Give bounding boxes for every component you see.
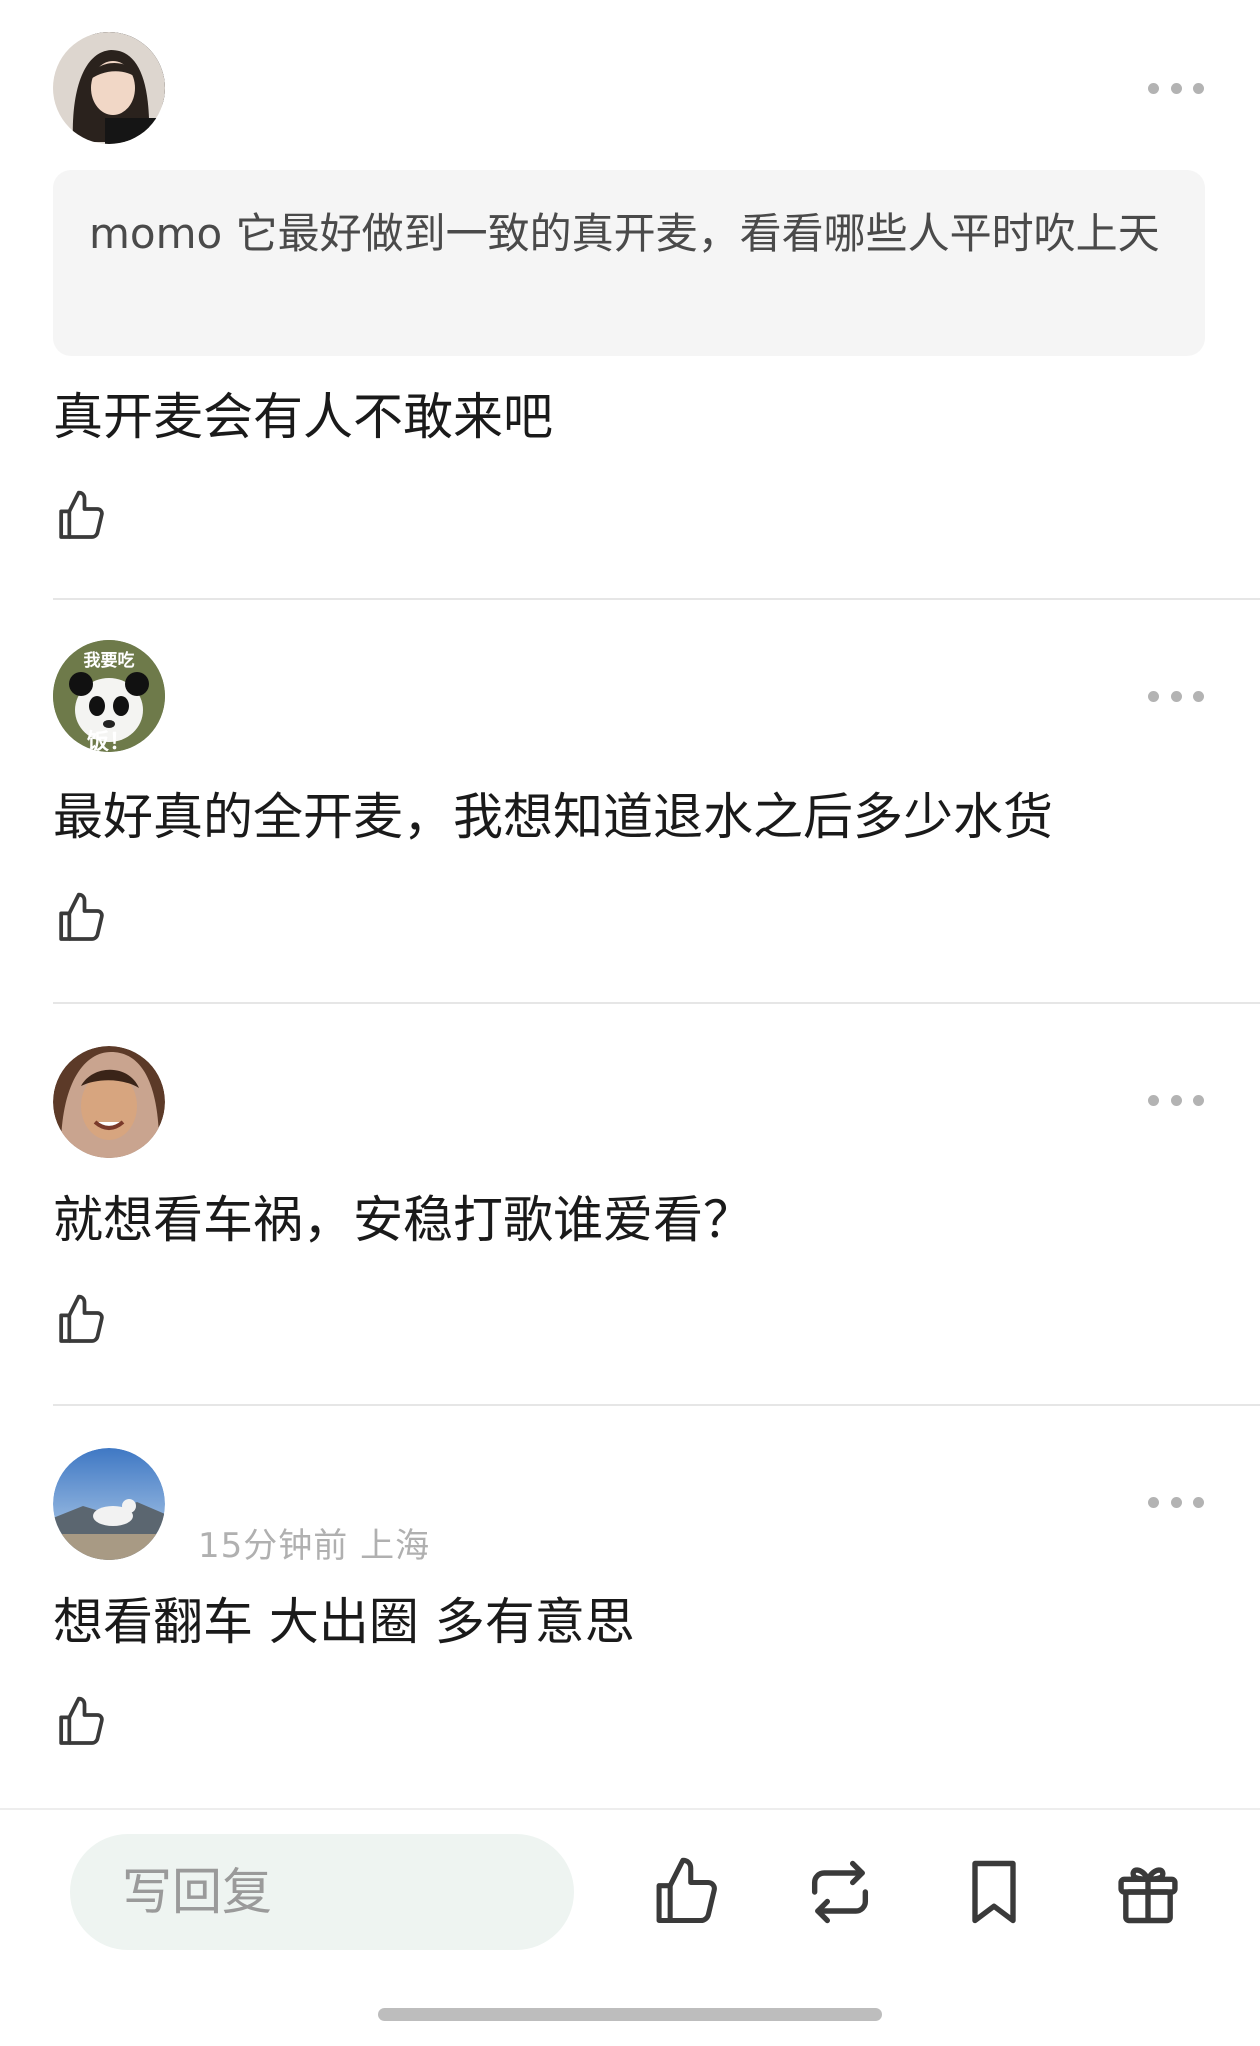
avatar[interactable]: 我要吃 饭！	[53, 640, 165, 752]
reply-input[interactable]: 写回复	[70, 1834, 574, 1950]
bookmark-button[interactable]	[956, 1854, 1032, 1930]
comment-meta: 15分钟前 上海	[198, 1526, 431, 1566]
avatar-caption-top: 我要吃	[83, 651, 135, 671]
divider	[53, 1002, 1260, 1004]
comment-text: 就想看车祸，安稳打歌谁爱看？	[53, 1191, 753, 1249]
quoted-reply: momo 它最好做到一致的真开麦，看看哪些人平时吹上天	[53, 170, 1205, 356]
more-options-button[interactable]	[1148, 684, 1204, 708]
avatar[interactable]	[53, 1046, 165, 1158]
comment-text: 最好真的全开麦，我想知道退水之后多少水货	[53, 788, 1053, 846]
more-options-button[interactable]	[1148, 1490, 1204, 1514]
more-options-button[interactable]	[1148, 1088, 1204, 1112]
comment-text: 想看翻车 大出圈 多有意思	[53, 1593, 635, 1651]
comment-text: 真开麦会有人不敢来吧	[53, 388, 553, 446]
thumbs-up-icon	[59, 1294, 104, 1343]
avatar-caption-bottom: 饭！	[86, 730, 131, 752]
avatar[interactable]	[53, 1448, 165, 1560]
gift-button[interactable]	[1110, 1854, 1186, 1930]
repost-icon	[811, 1860, 869, 1924]
divider	[53, 1404, 1260, 1406]
bookmark-icon	[972, 1860, 1016, 1924]
like-post-button[interactable]	[648, 1854, 724, 1930]
thumbs-up-icon	[656, 1857, 717, 1924]
divider	[53, 598, 1260, 600]
avatar-image	[53, 1046, 165, 1158]
gift-icon	[1118, 1867, 1178, 1924]
more-options-button[interactable]	[1148, 76, 1204, 100]
thumbs-up-icon	[59, 892, 104, 941]
repost-button[interactable]	[802, 1854, 878, 1930]
thumbs-up-icon	[59, 1696, 104, 1745]
avatar[interactable]	[53, 32, 165, 144]
avatar-image	[53, 32, 165, 144]
thumbs-up-icon	[59, 490, 104, 539]
avatar-image	[53, 1448, 165, 1560]
like-button[interactable]	[53, 1694, 109, 1750]
home-indicator[interactable]	[378, 2008, 882, 2021]
like-button[interactable]	[53, 1292, 109, 1348]
like-button[interactable]	[53, 890, 109, 946]
like-button[interactable]	[53, 488, 109, 544]
